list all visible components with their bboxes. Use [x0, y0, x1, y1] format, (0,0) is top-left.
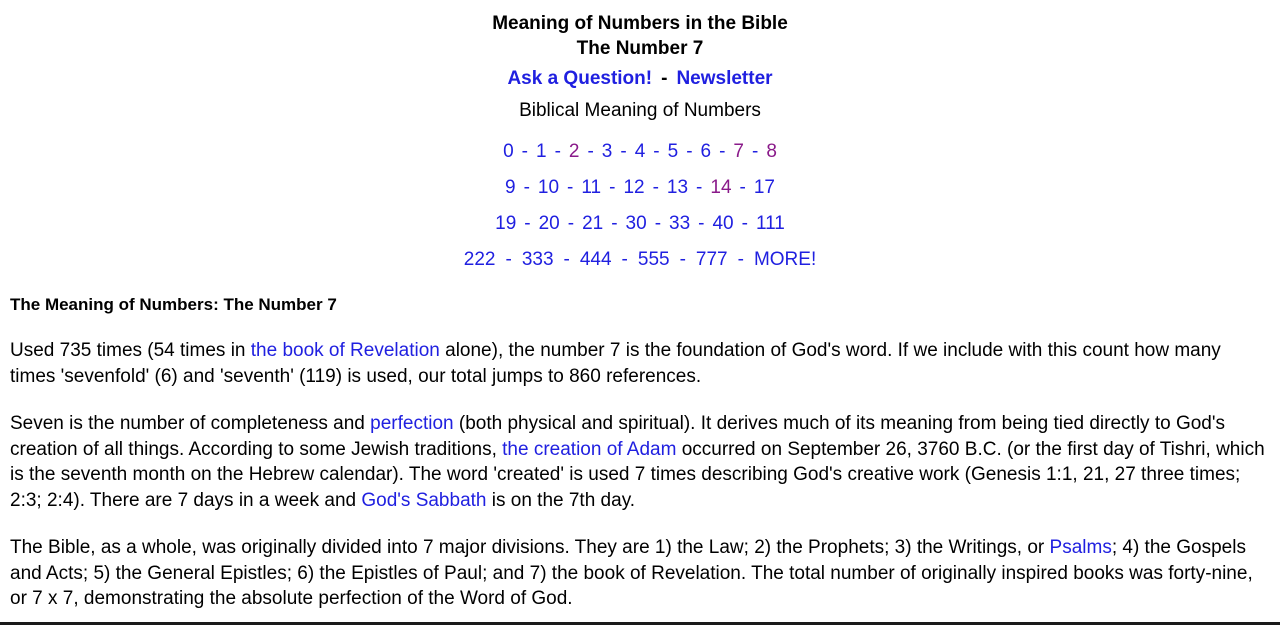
number-link-separator: -	[611, 213, 618, 234]
page-root: Meaning of Numbers in the Bible The Numb…	[0, 0, 1280, 612]
number-link-8[interactable]: 8	[766, 141, 777, 162]
number-link-separator: -	[521, 141, 528, 162]
number-link-333[interactable]: 333	[522, 249, 554, 270]
number-link-13[interactable]: 13	[667, 177, 688, 198]
page-header: Meaning of Numbers in the Bible The Numb…	[0, 0, 1280, 126]
number-link-separator: -	[653, 141, 660, 162]
number-link-separator: -	[524, 213, 531, 234]
paragraph-list: Used 735 times (54 times in the book of …	[10, 338, 1270, 612]
number-link-14[interactable]: 14	[710, 177, 731, 198]
number-link-separator: -	[654, 213, 662, 234]
number-link-19[interactable]: 19	[495, 213, 516, 234]
number-link-separator: -	[609, 177, 616, 198]
number-link-40[interactable]: 40	[712, 213, 733, 234]
number-link-10[interactable]: 10	[538, 177, 559, 198]
inline-link-perfection[interactable]: perfection	[370, 413, 453, 434]
paragraph-text: Used 735 times (54 times in	[10, 340, 251, 361]
number-link-777[interactable]: 777	[696, 249, 728, 270]
number-link-separator: -	[752, 141, 759, 162]
number-link-2[interactable]: 2	[569, 141, 580, 162]
page-title: The Meaning of Numbers: The Number 7	[10, 295, 337, 314]
site-title: Meaning of Numbers in the Bible	[492, 13, 788, 34]
header-caption: Biblical Meaning of Numbers	[519, 100, 761, 121]
number-link-1[interactable]: 1	[536, 141, 547, 162]
number-link-row: 9-10-11-12-13-14-17	[0, 170, 1280, 206]
number-link-separator: -	[696, 177, 703, 198]
para-1: Used 735 times (54 times in the book of …	[10, 338, 1270, 389]
number-link-30[interactable]: 30	[626, 213, 647, 234]
number-link-555[interactable]: 555	[638, 249, 670, 270]
article-body: The Meaning of Numbers: The Number 7 Use…	[0, 294, 1280, 612]
number-link-row: 0-1-2-3-4-5-6-7-8	[0, 134, 1280, 170]
number-link-separator: -	[698, 213, 705, 234]
inline-link-the-creation-of-adam[interactable]: the creation of Adam	[502, 439, 676, 460]
number-link-row: 19-20-21-30-33-40-111	[0, 206, 1280, 242]
number-link-6[interactable]: 6	[701, 141, 712, 162]
inline-link-the-book-of-revelation[interactable]: the book of Revelation	[251, 340, 440, 361]
number-link-separator: -	[620, 141, 627, 162]
number-link-7[interactable]: 7	[733, 141, 744, 162]
para-3: The Bible, as a whole, was originally di…	[10, 535, 1270, 612]
inline-link-god-s-sabbath[interactable]: God's Sabbath	[361, 490, 486, 511]
number-link-separator: -	[567, 213, 575, 234]
number-link-444[interactable]: 444	[580, 249, 612, 270]
number-link-17[interactable]: 17	[754, 177, 775, 198]
number-link-separator: -	[719, 141, 726, 162]
number-link-5[interactable]: 5	[668, 141, 679, 162]
number-link-separator: -	[505, 249, 512, 270]
number-link-separator: -	[737, 249, 744, 270]
number-link-3[interactable]: 3	[602, 141, 613, 162]
para-2: Seven is the number of completeness and …	[10, 411, 1270, 513]
number-link-separator: -	[652, 177, 659, 198]
number-link-more[interactable]: MORE!	[754, 249, 816, 270]
number-link-separator: -	[621, 249, 628, 270]
number-link-12[interactable]: 12	[623, 177, 644, 198]
ask-a-question-link[interactable]: Ask a Question!	[507, 68, 652, 89]
number-link-separator: -	[741, 213, 748, 234]
number-link-separator: -	[567, 177, 574, 198]
number-link-rows: 0-1-2-3-4-5-6-7-8 9-10-11-12-13-14-17 19-2…	[0, 134, 1280, 278]
number-link-separator: -	[739, 177, 746, 198]
number-link-111[interactable]: 111	[756, 213, 785, 234]
number-link-4[interactable]: 4	[635, 141, 646, 162]
number-link-separator: -	[563, 249, 570, 270]
inline-link-psalms[interactable]: Psalms	[1050, 537, 1112, 558]
newsletter-link[interactable]: Newsletter	[676, 68, 772, 89]
number-link-33[interactable]: 33	[669, 213, 690, 234]
number-link-0[interactable]: 0	[503, 141, 514, 162]
number-link-row: 222-333-444-555-777- MORE!	[0, 242, 1280, 278]
number-link-222[interactable]: 222	[464, 249, 496, 270]
header-link-separator: -	[661, 68, 668, 89]
number-link-separator: -	[686, 141, 693, 162]
number-link-9[interactable]: 9	[505, 177, 516, 198]
number-link-separator: -	[679, 249, 686, 270]
site-subtitle: The Number 7	[576, 38, 704, 59]
number-link-20[interactable]: 20	[539, 213, 560, 234]
number-link-21[interactable]: 21	[582, 213, 603, 234]
header-link-bar: Ask a Question! - Newsletter	[0, 63, 1280, 95]
paragraph-text: Seven is the number of completeness and	[10, 413, 371, 434]
number-link-11[interactable]: 11	[581, 177, 601, 198]
number-link-separator: -	[523, 177, 530, 198]
paragraph-text: is on the 7th day.	[486, 489, 636, 511]
number-link-separator: -	[554, 141, 561, 162]
paragraph-text: The Bible, as a whole, was originally di…	[10, 537, 1050, 558]
number-link-separator: -	[587, 141, 594, 162]
